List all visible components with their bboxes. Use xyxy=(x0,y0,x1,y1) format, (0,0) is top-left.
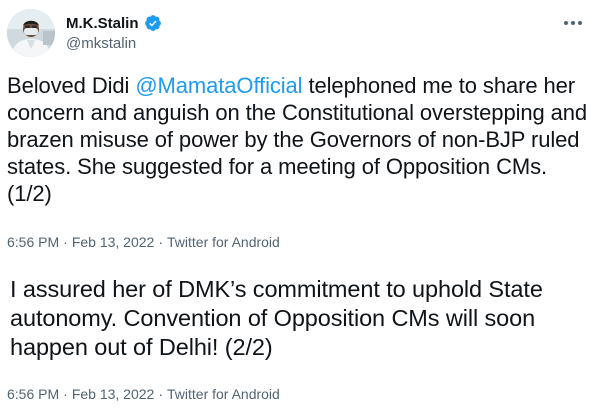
profile-photo-icon xyxy=(7,9,55,57)
meta-separator: · xyxy=(158,234,163,250)
tweet-2-source[interactable]: Twitter for Android xyxy=(167,386,280,402)
tweet-2: I assured her of DMK’s commitment to uph… xyxy=(0,262,600,410)
author-name-row: M.K.Stalin xyxy=(66,13,162,33)
tweet-1-source[interactable]: Twitter for Android xyxy=(167,234,280,250)
more-horizontal-icon[interactable] xyxy=(562,13,584,33)
display-name[interactable]: M.K.Stalin xyxy=(66,15,139,32)
tweet-1-time[interactable]: 6:56 PM xyxy=(7,234,59,250)
tweet-1-text-before-mention: Beloved Didi xyxy=(7,73,136,98)
tweet-1-text: Beloved Didi @MamataOfficial telephoned … xyxy=(7,72,593,207)
tweet-1-date[interactable]: Feb 13, 2022 xyxy=(72,234,155,250)
meta-separator: · xyxy=(63,234,68,250)
tweet-2-text: I assured her of DMK’s commitment to uph… xyxy=(10,276,543,360)
author-handle[interactable]: @mkstalin xyxy=(66,35,136,52)
meta-separator: · xyxy=(158,386,163,402)
meta-separator: · xyxy=(63,386,68,402)
tweet-2-meta: 6:56 PM · Feb 13, 2022 · Twitter for Android xyxy=(7,386,280,402)
avatar[interactable] xyxy=(7,9,55,57)
mention-link[interactable]: @MamataOfficial xyxy=(135,73,302,98)
verified-badge-icon xyxy=(144,15,161,31)
tweet-2-date[interactable]: Feb 13, 2022 xyxy=(72,386,155,402)
tweet-1-meta: 6:56 PM · Feb 13, 2022 · Twitter for Android xyxy=(7,234,280,250)
tweet-1: M.K.Stalin @mkstalin Beloved Didi @Mamat… xyxy=(0,0,600,262)
tweet-2-time[interactable]: 6:56 PM xyxy=(7,386,59,402)
